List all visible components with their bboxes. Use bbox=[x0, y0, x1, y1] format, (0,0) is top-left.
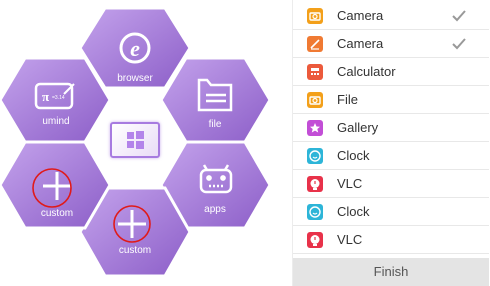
hex-label-custom-bottom: custom bbox=[118, 245, 152, 256]
clock-icon bbox=[307, 148, 323, 164]
list-item-clock[interactable]: Clock bbox=[293, 142, 489, 170]
svg-text:π: π bbox=[42, 89, 49, 104]
list-item-vlc[interactable]: VLC bbox=[293, 170, 489, 198]
finish-button[interactable]: Finish bbox=[293, 258, 489, 286]
star-icon bbox=[307, 120, 323, 136]
list-item-label: Camera bbox=[337, 36, 384, 51]
list-item-vlc[interactable]: VLC bbox=[293, 226, 489, 254]
hex-label-file: file bbox=[208, 119, 222, 130]
list-item-calculator[interactable]: Calculator bbox=[293, 58, 489, 86]
list-item-camera[interactable]: Camera bbox=[293, 30, 489, 58]
checkmark-icon bbox=[452, 38, 466, 50]
list-item-label: Calculator bbox=[337, 64, 396, 79]
clock-red-icon bbox=[307, 176, 323, 192]
svg-text:e: e bbox=[130, 36, 140, 61]
hex-label-umind: umind bbox=[42, 116, 70, 127]
windows-tile[interactable] bbox=[110, 122, 160, 158]
camera-icon bbox=[307, 8, 323, 24]
list-item-clock[interactable]: Clock bbox=[293, 198, 489, 226]
list-item-label: File bbox=[337, 92, 358, 107]
list-item-label: Gallery bbox=[337, 120, 379, 135]
list-item-label: VLC bbox=[337, 176, 363, 191]
list-item-file[interactable]: File bbox=[293, 86, 489, 114]
svg-text:=3.14: =3.14 bbox=[52, 95, 65, 101]
list-item-label: Clock bbox=[337, 204, 370, 219]
calculator-icon bbox=[307, 64, 323, 80]
hex-launcher: e π =3.14 browser file apps custom custo… bbox=[0, 0, 270, 286]
windows-logo-icon bbox=[127, 131, 144, 149]
list-item-camera[interactable]: Camera bbox=[293, 2, 489, 30]
list-item-label: Clock bbox=[337, 148, 370, 163]
list-item-label: Camera bbox=[337, 8, 384, 23]
app-selection-list: Camera Camera Calculator File Gallery Cl bbox=[292, 0, 489, 286]
list-item-label: VLC bbox=[337, 232, 363, 247]
clock-red-icon bbox=[307, 232, 323, 248]
hex-label-custom-left: custom bbox=[40, 208, 74, 219]
plus-icon bbox=[113, 205, 151, 243]
hex-label-apps: apps bbox=[204, 204, 226, 215]
checkmark-icon bbox=[452, 10, 466, 22]
camera-pen-icon bbox=[307, 36, 323, 52]
clock-icon bbox=[307, 204, 323, 220]
hex-label-browser: browser bbox=[117, 73, 153, 84]
list-item-gallery[interactable]: Gallery bbox=[293, 114, 489, 142]
folder-icon bbox=[307, 92, 323, 108]
